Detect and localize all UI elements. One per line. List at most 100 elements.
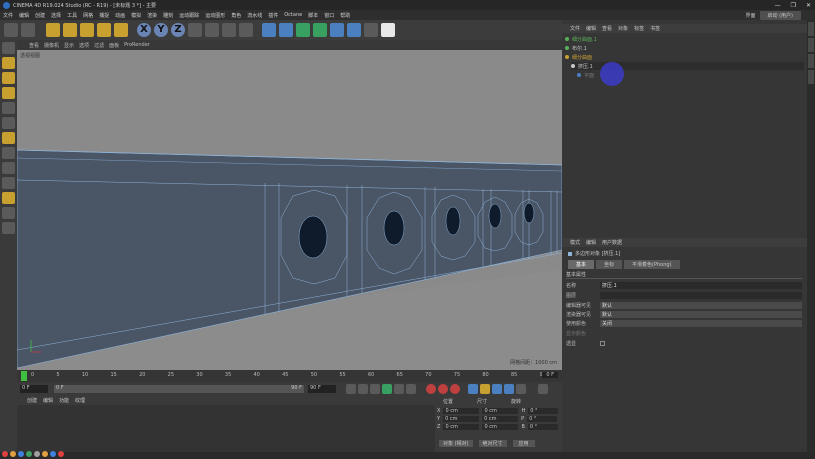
position-z-field[interactable]: 0 cm xyxy=(443,424,480,430)
render-settings-icon[interactable] xyxy=(239,23,253,37)
menu-help[interactable]: 帮助 xyxy=(340,12,350,19)
object-row[interactable]: 平面 xyxy=(577,71,594,79)
menu-octane[interactable]: Octane xyxy=(284,12,302,18)
object-name[interactable]: 挤压.1 xyxy=(578,63,593,70)
menu-create[interactable]: 创建 xyxy=(35,12,45,19)
timeline-menu-icon[interactable] xyxy=(538,384,548,394)
menu-snap[interactable]: 捕捉 xyxy=(99,12,109,19)
menu-plugins[interactable]: 插件 xyxy=(268,12,278,19)
vp-menu-prorender[interactable]: ProRender xyxy=(124,42,150,48)
start-frame-field[interactable]: 0 F xyxy=(20,385,48,393)
polygons-mode-icon[interactable] xyxy=(2,132,15,144)
tray-icon[interactable] xyxy=(42,451,48,457)
size-x-field[interactable]: 0 cm xyxy=(482,408,519,414)
mat-menu-create[interactable]: 创建 xyxy=(27,397,37,404)
attr-menu-mode[interactable]: 模式 xyxy=(570,239,580,246)
workplane-icon[interactable] xyxy=(2,87,15,99)
object-name[interactable]: 布尔.1 xyxy=(572,45,587,52)
step-back-icon[interactable] xyxy=(358,384,368,394)
tray-icon[interactable] xyxy=(50,451,56,457)
current-frame-field[interactable]: 0 F xyxy=(542,372,558,378)
obj-menu-object[interactable]: 对象 xyxy=(618,25,628,32)
z-axis-lock-button[interactable]: Z xyxy=(171,23,185,37)
menu-window[interactable]: 窗口 xyxy=(324,12,334,19)
position-key-icon[interactable] xyxy=(468,384,478,394)
record-icon[interactable] xyxy=(426,384,436,394)
coordinate-system-icon[interactable] xyxy=(188,23,202,37)
tab-coordinates[interactable]: 坐标 xyxy=(596,260,623,269)
vp-menu-view[interactable]: 查看 xyxy=(29,42,39,49)
go-to-end-icon[interactable] xyxy=(406,384,416,394)
render-view-icon[interactable] xyxy=(205,23,219,37)
menu-select[interactable]: 选择 xyxy=(51,12,61,19)
vp-menu-options[interactable]: 选项 xyxy=(79,42,89,49)
step-forward-icon[interactable] xyxy=(394,384,404,394)
end-frame-field[interactable]: 90 F xyxy=(308,385,336,393)
deformer-icon[interactable] xyxy=(330,23,344,37)
render-visible-dropdown[interactable]: 默认 xyxy=(600,310,802,318)
menu-motion-tracking[interactable]: 运动跟踪 xyxy=(179,12,199,19)
menu-character[interactable]: 角色 xyxy=(231,12,241,19)
menu-script[interactable]: 脚本 xyxy=(308,12,318,19)
menu-sculpt[interactable]: 雕刻 xyxy=(163,12,173,19)
size-z-field[interactable]: 0 cm xyxy=(482,424,519,430)
obj-menu-file[interactable]: 文件 xyxy=(570,25,580,32)
close-button[interactable]: ✕ xyxy=(806,2,811,9)
layer-field[interactable] xyxy=(600,291,802,299)
menu-animate[interactable]: 动画 xyxy=(115,12,125,19)
object-name[interactable]: 细分曲面.1 xyxy=(572,36,597,43)
rotation-b-field[interactable]: 0 ° xyxy=(527,424,558,430)
axis-mode-icon[interactable] xyxy=(2,147,15,159)
go-to-start-icon[interactable] xyxy=(346,384,356,394)
perspective-viewport[interactable]: 透视视图 网格间距：1000 cm xyxy=(17,50,562,370)
menu-render[interactable]: 渲染 xyxy=(147,12,157,19)
camera-icon[interactable] xyxy=(364,23,378,37)
keyframe-selection-icon[interactable] xyxy=(450,384,460,394)
object-row[interactable]: 细分曲面 xyxy=(565,53,592,61)
vp-menu-display[interactable]: 显示 xyxy=(64,42,74,49)
scale-key-icon[interactable] xyxy=(480,384,490,394)
tray-icon[interactable] xyxy=(26,451,32,457)
tray-icon[interactable] xyxy=(2,451,8,457)
obj-menu-bookmarks[interactable]: 书签 xyxy=(650,25,660,32)
x-axis-lock-button[interactable]: X xyxy=(137,23,151,37)
obj-menu-edit[interactable]: 编辑 xyxy=(586,25,596,32)
tab-phong[interactable]: 平滑着色(Phong) xyxy=(624,260,680,269)
tweak-mode-icon[interactable] xyxy=(2,162,15,174)
render-picture-viewer-icon[interactable] xyxy=(222,23,236,37)
tray-icon[interactable] xyxy=(18,451,24,457)
vp-menu-panel[interactable]: 面板 xyxy=(109,42,119,49)
redo-icon[interactable] xyxy=(21,23,35,37)
solo-icon[interactable] xyxy=(2,222,15,234)
tray-icon[interactable] xyxy=(58,451,64,457)
position-x-field[interactable]: 0 cm xyxy=(443,408,480,414)
size-mode-dropdown[interactable]: 绝对尺寸 xyxy=(478,440,507,447)
obj-menu-tags[interactable]: 标签 xyxy=(634,25,644,32)
cloner-icon[interactable] xyxy=(313,23,327,37)
timeline-ruler[interactable]: 0 5 10 15 20 25 30 35 40 45 50 55 60 65 … xyxy=(17,370,562,382)
apply-button[interactable]: 应用 xyxy=(512,440,535,447)
minimize-button[interactable]: — xyxy=(775,2,781,9)
object-row[interactable]: 细分曲面.1 xyxy=(565,35,597,43)
mat-menu-function[interactable]: 功能 xyxy=(59,397,69,404)
undo-icon[interactable] xyxy=(4,23,18,37)
frame-range-slider[interactable]: 0 F 90 F xyxy=(54,385,304,393)
object-name[interactable]: 平面 xyxy=(584,72,594,79)
obj-menu-view[interactable]: 查看 xyxy=(602,25,612,32)
coord-mode-dropdown[interactable]: 对象 (相对) xyxy=(439,440,473,447)
cube-icon[interactable] xyxy=(262,23,276,37)
locked-workplane-icon[interactable] xyxy=(2,192,15,204)
attr-menu-userdata[interactable]: 用户数据 xyxy=(602,239,622,246)
points-mode-icon[interactable] xyxy=(2,102,15,114)
rotation-p-field[interactable]: 0 ° xyxy=(527,416,558,422)
param-key-icon[interactable] xyxy=(504,384,514,394)
y-axis-lock-button[interactable]: Y xyxy=(154,23,168,37)
object-row[interactable]: 布尔.1 xyxy=(565,44,587,52)
layout-dropdown[interactable]: 启动 (用户) xyxy=(759,11,801,20)
position-y-field[interactable]: 0 cm xyxy=(443,416,480,422)
menu-mograph[interactable]: 运动图形 xyxy=(205,12,225,19)
mat-menu-texture[interactable]: 纹理 xyxy=(75,397,85,404)
mat-menu-edit[interactable]: 编辑 xyxy=(43,397,53,404)
play-icon[interactable] xyxy=(382,384,392,394)
make-editable-icon[interactable] xyxy=(2,42,15,54)
